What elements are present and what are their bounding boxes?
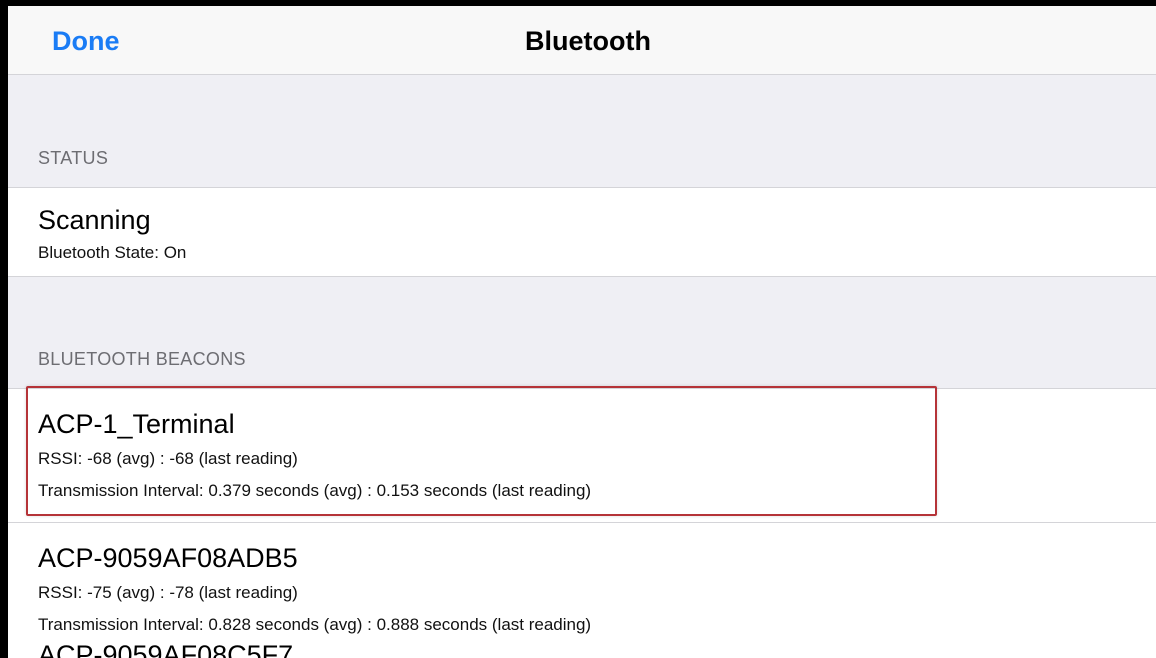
beacon-rssi: RSSI: -75 (avg) : -78 (last reading) (38, 583, 298, 602)
beacon-row[interactable]: ACP-1_Terminal RSSI: -68 (avg) : -68 (la… (8, 388, 1156, 523)
navigation-bar: Done Bluetooth (8, 6, 1156, 75)
beacon-row-partial[interactable]: ACP-9059AF08C5F7 (8, 640, 1156, 658)
page-title-text: Bluetooth (525, 26, 651, 56)
screenshot-border-top (0, 0, 1156, 6)
beacon-name: ACP-9059AF08C5F7 (38, 640, 294, 658)
beacon-name: ACP-9059AF08ADB5 (38, 543, 298, 573)
beacon-interval: Transmission Interval: 0.379 seconds (av… (38, 481, 592, 500)
status-cell[interactable]: Scanning Bluetooth State: On (8, 187, 1156, 277)
section-header-status: STATUS (8, 76, 1156, 187)
beacon-interval: Transmission Interval: 0.828 seconds (av… (38, 615, 592, 634)
section-header-beacons-label: BLUETOOTH BEACONS (38, 349, 246, 369)
page-title: Bluetooth (8, 26, 1156, 57)
screenshot-border-left (0, 0, 8, 658)
section-header-status-label: STATUS (38, 148, 109, 168)
beacon-row[interactable]: ACP-9059AF08ADB5 RSSI: -75 (avg) : -78 (… (8, 523, 1156, 658)
status-title: Scanning (38, 205, 151, 235)
beacon-rssi: RSSI: -68 (avg) : -68 (last reading) (38, 449, 298, 468)
bluetooth-state-text: Bluetooth State: On (38, 243, 187, 262)
section-header-beacons: BLUETOOTH BEACONS (8, 277, 1156, 388)
beacon-name: ACP-1_Terminal (38, 409, 235, 439)
bluetooth-screen: Done Bluetooth STATUS Scanning Bluetooth… (0, 0, 1156, 658)
